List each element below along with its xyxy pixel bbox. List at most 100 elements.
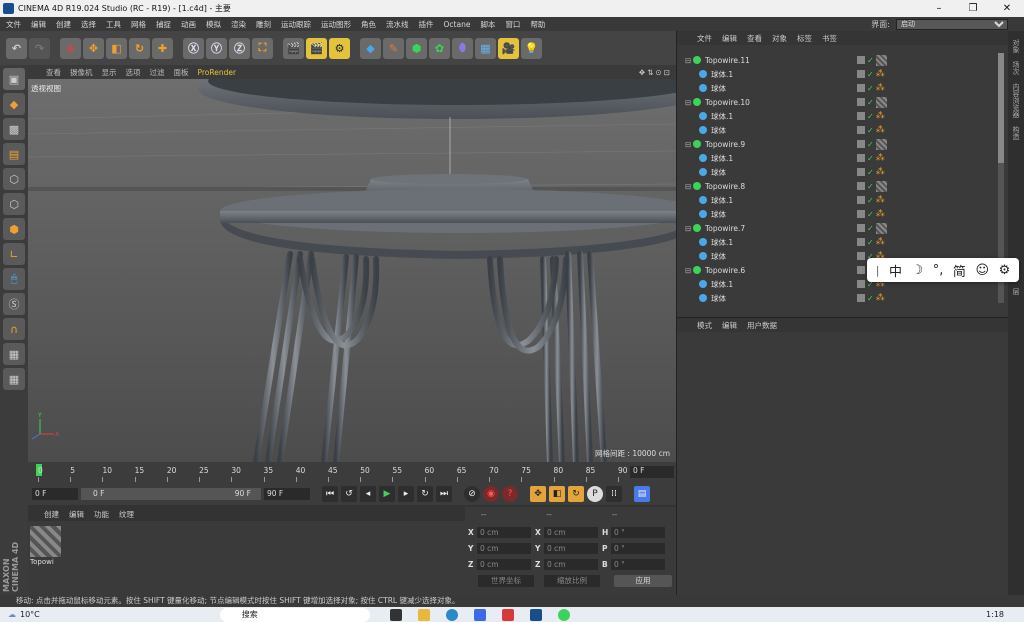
scale-tool-icon[interactable]: ◧	[106, 37, 127, 59]
scale-mode-select[interactable]: 缩放比例	[544, 575, 600, 587]
restore-button[interactable]: ❐	[956, 3, 990, 14]
layer-icon[interactable]	[857, 98, 865, 106]
coord-field[interactable]: Z0 cm	[468, 559, 531, 570]
go-to-end-icon[interactable]: ⏭	[436, 486, 452, 502]
workplane-icon[interactable]: ▤	[3, 143, 25, 165]
material-menu-item-0[interactable]: 创建	[44, 509, 59, 520]
ime-settings-icon[interactable]: ⚙	[999, 263, 1011, 278]
material-menu-item-1[interactable]: 编辑	[69, 509, 84, 520]
object-menu-item-1[interactable]: 编辑	[722, 33, 737, 44]
coord-field[interactable]: Y0 cm	[468, 543, 531, 554]
play-icon[interactable]: ▶	[379, 486, 395, 502]
object-name[interactable]: 球体.1	[711, 195, 733, 206]
visibility-check-icon[interactable]: ✓	[867, 154, 874, 163]
phong-tag-icon[interactable]: ⁂	[876, 111, 885, 121]
key-position-icon[interactable]: ✥	[530, 486, 546, 502]
layout-select[interactable]: 启动	[896, 18, 1008, 30]
menu-item-15[interactable]: 插件	[419, 19, 434, 30]
weather-widget[interactable]: ☁ 10°C	[8, 610, 40, 619]
menu-item-3[interactable]: 选择	[81, 19, 96, 30]
menu-item-5[interactable]: 网格	[131, 19, 146, 30]
coordinate-system-icon[interactable]: ⛶	[252, 37, 273, 59]
end-frame-field[interactable]: 90 F	[264, 488, 310, 500]
object-name[interactable]: 球体	[711, 209, 726, 220]
coordinate-mode-select[interactable]: 世界坐标	[478, 575, 534, 587]
phong-tag-icon[interactable]: ⁂	[876, 195, 885, 205]
object-menu-item-0[interactable]: 文件	[697, 33, 712, 44]
menu-item-7[interactable]: 动画	[181, 19, 196, 30]
menu-item-10[interactable]: 雕刻	[256, 19, 271, 30]
menu-item-1[interactable]: 编辑	[31, 19, 46, 30]
texture-tag-icon[interactable]	[875, 96, 887, 108]
magnet-icon[interactable]: ∩	[3, 318, 25, 340]
menu-item-4[interactable]: 工具	[106, 19, 121, 30]
move-tool-icon[interactable]: ✥	[83, 37, 104, 59]
side-tab-lower-1[interactable]: 层	[1011, 288, 1021, 295]
workplane-grid-icon[interactable]: ▦	[3, 368, 25, 390]
material-menu-item-2[interactable]: 功能	[94, 509, 109, 520]
layer-icon[interactable]	[857, 126, 865, 134]
layer-icon[interactable]	[857, 56, 865, 64]
object-row[interactable]: 球体.1 ✓ ⁂	[677, 109, 999, 123]
object-menu-item-4[interactable]: 标签	[797, 33, 812, 44]
store-icon[interactable]	[473, 608, 486, 621]
edges-mode-icon[interactable]: ⬡	[3, 193, 25, 215]
phong-tag-icon[interactable]: ⁂	[876, 209, 885, 219]
object-name[interactable]: 球体.1	[711, 111, 733, 122]
c4d-taskbar-icon[interactable]	[529, 608, 542, 621]
object-name[interactable]: 球体.1	[711, 237, 733, 248]
coord-field[interactable]: Z0 cm	[535, 559, 598, 570]
camera-icon[interactable]: 🎥	[498, 37, 519, 59]
render-view-icon[interactable]: 🎬	[283, 37, 304, 59]
object-name[interactable]: 球体.1	[711, 69, 733, 80]
floor-icon[interactable]: ▦	[475, 37, 496, 59]
visibility-check-icon[interactable]: ✓	[867, 112, 874, 121]
undo-button[interactable]: ↶	[6, 37, 27, 59]
menu-item-18[interactable]: 窗口	[505, 19, 520, 30]
record-icon[interactable]: ◉	[483, 486, 499, 502]
menu-item-9[interactable]: 渲染	[231, 19, 246, 30]
phong-tag-icon[interactable]: ⁂	[876, 293, 885, 303]
coord-value[interactable]: 0 cm	[544, 559, 598, 570]
file-explorer-icon[interactable]	[417, 608, 430, 621]
object-row[interactable]: 球体 ✓ ⁂	[677, 165, 999, 179]
deformer-icon[interactable]: ⬮	[452, 37, 473, 59]
subdivision-icon[interactable]: ⬢	[406, 37, 427, 59]
layer-icon[interactable]	[857, 224, 865, 232]
layer-icon[interactable]	[857, 280, 865, 288]
object-name[interactable]: 球体	[711, 83, 726, 94]
object-menu-item-2[interactable]: 查看	[747, 33, 762, 44]
light-icon[interactable]: 💡	[521, 37, 542, 59]
visibility-check-icon[interactable]: ✓	[867, 70, 874, 79]
menu-item-8[interactable]: 模拟	[206, 19, 221, 30]
ime-simplified[interactable]: 简	[953, 261, 966, 280]
visibility-check-icon[interactable]: ✓	[867, 168, 874, 177]
layer-icon[interactable]	[857, 70, 865, 78]
key-pla-icon[interactable]: ⁞⁞	[606, 486, 622, 502]
layer-icon[interactable]	[857, 140, 865, 148]
expand-toggle-icon[interactable]: ⊟	[685, 98, 693, 107]
object-row[interactable]: 球体 ✓ ⁂	[677, 81, 999, 95]
phong-tag-icon[interactable]: ⁂	[876, 237, 885, 247]
layer-icon[interactable]	[857, 168, 865, 176]
object-menu-item-3[interactable]: 对象	[772, 33, 787, 44]
next-frame-icon[interactable]: ▸	[398, 486, 414, 502]
layer-icon[interactable]	[857, 196, 865, 204]
object-row[interactable]: 球体 ✓ ⁂	[677, 123, 999, 137]
go-to-start-icon[interactable]: ⏮	[322, 486, 338, 502]
expand-toggle-icon[interactable]: ⊟	[685, 140, 693, 149]
axis-mode-icon[interactable]: ∟	[3, 243, 25, 265]
render-settings-icon[interactable]: ⚙	[329, 37, 350, 59]
object-row[interactable]: ⊟ Topowire.9 ✓	[677, 137, 999, 151]
object-row[interactable]: 球体.1 ✓ ⁂	[677, 235, 999, 249]
visibility-check-icon[interactable]: ✓	[867, 84, 874, 93]
lock-workplane-icon[interactable]: ▦	[3, 343, 25, 365]
phong-tag-icon[interactable]: ⁂	[876, 69, 885, 79]
apply-button[interactable]: 应用	[614, 575, 672, 587]
object-name[interactable]: Topowire.7	[705, 224, 745, 233]
menu-item-17[interactable]: 脚本	[480, 19, 495, 30]
key-parameter-icon[interactable]: P	[587, 486, 603, 502]
prev-frame-icon[interactable]: ◂	[360, 486, 376, 502]
attribute-menu-item-2[interactable]: 用户数据	[747, 320, 777, 331]
timeline-window-icon[interactable]: ▤	[634, 486, 650, 502]
